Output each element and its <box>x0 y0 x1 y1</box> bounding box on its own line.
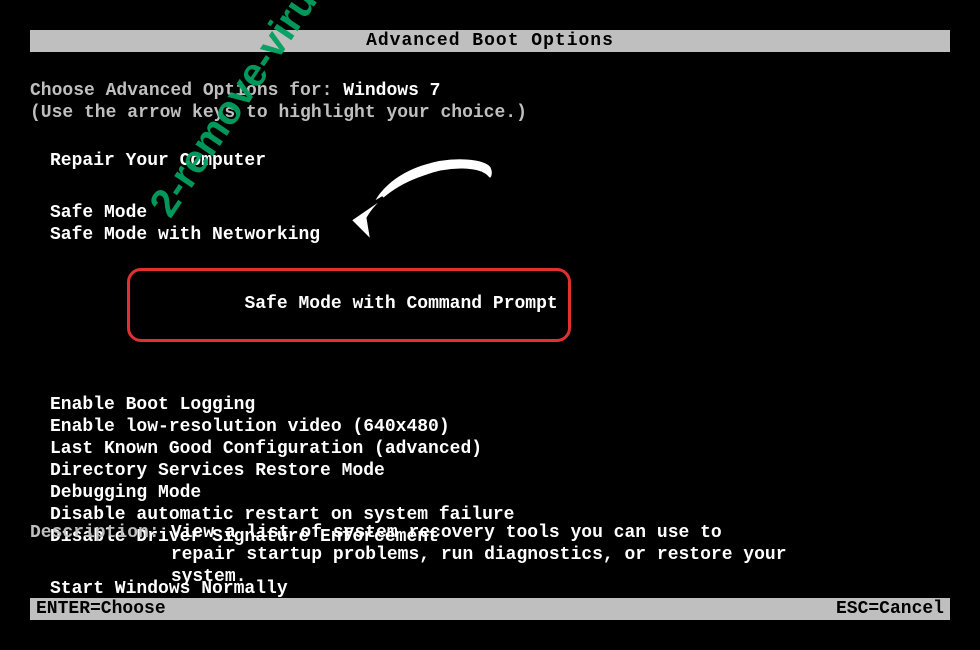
subtitle-hint: (Use the arrow keys to highlight your ch… <box>30 103 527 123</box>
highlight-ring: Safe Mode with Command Prompt <box>127 268 570 342</box>
description-label: Description: <box>30 522 160 544</box>
menu-item-safe-mode-networking[interactable]: Safe Mode with Networking <box>50 224 571 246</box>
advanced-boot-options-screen: Advanced Boot Options Choose Advanced Op… <box>0 0 980 650</box>
subtitle-block: Choose Advanced Options for: Windows 7 (… <box>30 80 527 124</box>
menu-item-safe-mode-command-prompt[interactable]: Safe Mode with Command Prompt <box>50 246 571 364</box>
description-text: View a list of system recovery tools you… <box>171 522 791 588</box>
menu-item-low-res-video[interactable]: Enable low-resolution video (640x480) <box>50 416 571 438</box>
footer-enter-hint: ENTER=Choose <box>30 598 166 620</box>
footer-bar: ENTER=Choose ESC=Cancel <box>30 598 950 620</box>
title-bar: Advanced Boot Options <box>30 30 950 52</box>
description-block: Description: View a list of system recov… <box>30 522 791 588</box>
menu-item-debugging-mode[interactable]: Debugging Mode <box>50 482 571 504</box>
menu-item-last-known-good[interactable]: Last Known Good Configuration (advanced) <box>50 438 571 460</box>
menu-item-boot-logging[interactable]: Enable Boot Logging <box>50 394 571 416</box>
subtitle-prefix: Choose Advanced Options for: <box>30 81 343 101</box>
menu-item-label: Safe Mode with Command Prompt <box>244 294 557 314</box>
os-name: Windows 7 <box>343 81 440 101</box>
menu-item-repair[interactable]: Repair Your Computer <box>50 150 571 172</box>
menu-item-safe-mode[interactable]: Safe Mode <box>50 202 571 224</box>
menu-item-ds-restore-mode[interactable]: Directory Services Restore Mode <box>50 460 571 482</box>
footer-esc-hint: ESC=Cancel <box>836 598 950 620</box>
